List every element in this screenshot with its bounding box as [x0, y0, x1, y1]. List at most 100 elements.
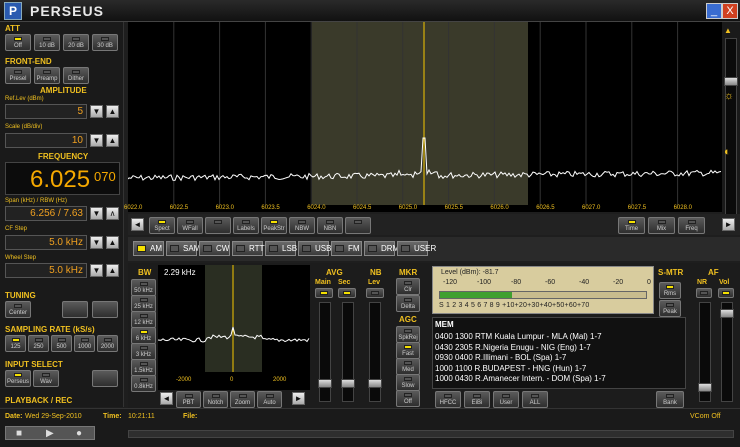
sampling-button-4[interactable]: 2000 — [97, 335, 118, 352]
agc-button-3[interactable]: Slow — [396, 374, 420, 391]
mode-user[interactable]: USER — [397, 241, 436, 256]
span-up-button[interactable]: ∧ — [106, 207, 119, 220]
af-vol-slider[interactable] — [720, 302, 734, 402]
scale-up-button[interactable]: ▲ — [106, 134, 119, 147]
agc-button-0[interactable]: SpkRej — [396, 326, 420, 343]
nb-toggle[interactable] — [366, 288, 384, 298]
spectrum-tool-5[interactable]: NBW — [289, 217, 315, 234]
spectrum-tool-1[interactable]: WFall — [177, 217, 203, 234]
cfstep-value[interactable]: 5.0 kHz — [5, 235, 87, 250]
memory-filter-2[interactable]: User — [493, 391, 519, 408]
frequency-display[interactable]: 6.025 070 — [5, 162, 120, 195]
nb-slider[interactable] — [368, 302, 382, 402]
bw-bottom-0[interactable]: PBT — [176, 391, 201, 408]
reflev-value[interactable]: 5 — [5, 104, 87, 119]
avg-main-toggle[interactable] — [315, 288, 333, 298]
app-icon[interactable]: P — [4, 2, 22, 20]
memory-entry[interactable]: 0930 0400 R.Illimani - BOL (Spa) 1-7 — [435, 353, 566, 362]
reflev-up-button[interactable]: ▲ — [106, 105, 119, 118]
spectrum-tool-3[interactable]: Labels — [233, 217, 259, 234]
sampling-button-2[interactable]: 500 — [51, 335, 72, 352]
bw-display[interactable]: 2.29 kHz -2000 0 2000 — [158, 265, 310, 390]
bw-button-1[interactable]: 25 kHz — [131, 295, 156, 312]
pan-left-button[interactable]: ◄ — [131, 218, 144, 231]
memory-entry[interactable]: 1000 1100 R.BUDAPEST - HNG (Hun) 1-7 — [435, 364, 586, 373]
spectrum-right-tool-2[interactable]: Freq — [678, 217, 705, 234]
bw-button-4[interactable]: 3 kHz — [131, 343, 156, 360]
sampling-button-1[interactable]: 250 — [28, 335, 49, 352]
frontend-button-1[interactable]: Preamp — [34, 67, 60, 84]
avg-sec-toggle[interactable] — [338, 288, 356, 298]
spectrum-tool-7[interactable] — [345, 217, 371, 234]
frontend-button-2[interactable]: Dither — [63, 67, 89, 84]
spectrum-right-tool-0[interactable]: Time — [618, 217, 645, 234]
sampling-button-0[interactable]: 125 — [5, 335, 26, 352]
scroll-up-icon[interactable]: ▲ — [724, 26, 732, 35]
memory-entry[interactable]: 0430 2305 R.Nigeria Enugu - NIG (Eng) 1-… — [435, 343, 591, 352]
memory-entry[interactable]: 0400 1300 RTM Kuala Lumpur - MLA (Mal) 1… — [435, 332, 602, 341]
att-button-1[interactable]: 10 dB — [34, 34, 60, 51]
att-button-3[interactable]: 30 dB — [92, 34, 118, 51]
agc-button-1[interactable]: Fast — [396, 342, 420, 359]
scale-down-button[interactable]: ▼ — [90, 134, 103, 147]
bw-bottom-3[interactable]: Auto — [257, 391, 282, 408]
bw-button-5[interactable]: 1.5kHz — [131, 359, 156, 376]
spectrum-tool-0[interactable]: Spect — [149, 217, 175, 234]
tuning-button-2[interactable] — [62, 301, 88, 318]
slider-knob[interactable] — [724, 77, 738, 86]
agc-button-4[interactable]: Off — [396, 390, 420, 407]
cfstep-up-button[interactable]: ▲ — [106, 236, 119, 249]
memory-filter-3[interactable]: ALL — [522, 391, 548, 408]
input-perseus-button[interactable]: Perseus — [5, 370, 31, 387]
af-nr-toggle[interactable] — [696, 288, 712, 298]
input-wav-button[interactable]: Wav — [33, 370, 59, 387]
sampling-button-3[interactable]: 1000 — [74, 335, 95, 352]
slider-knob[interactable] — [720, 309, 734, 318]
spectrum-tool-6[interactable]: NBN — [317, 217, 343, 234]
mode-fm[interactable]: FM — [331, 241, 362, 256]
bw-button-6[interactable]: 0.8kHz — [131, 375, 156, 392]
span-down-button[interactable]: ▼ — [90, 207, 103, 220]
slider-knob[interactable] — [698, 383, 712, 392]
cfstep-down-button[interactable]: ▼ — [90, 236, 103, 249]
slider-knob[interactable] — [318, 379, 332, 388]
memory-filter-0[interactable]: HFCC — [435, 391, 461, 408]
mode-rtty[interactable]: RTTY — [232, 241, 270, 256]
bw-bottom-2[interactable]: Zoom — [230, 391, 255, 408]
bw-button-0[interactable]: 50 kHz — [131, 279, 156, 296]
input-button-3[interactable] — [92, 370, 118, 387]
playback-progress[interactable] — [128, 430, 734, 438]
span-value[interactable]: 6.256 / 7.63 — [5, 206, 87, 221]
wheelstep-value[interactable]: 5.0 kHz — [5, 263, 87, 278]
bw-right-button[interactable]: ► — [292, 392, 305, 405]
slider-knob[interactable] — [368, 379, 382, 388]
spectrum-tool-4[interactable]: PeakStr — [261, 217, 287, 234]
memory-filter-1[interactable]: EiBi — [464, 391, 490, 408]
frontend-button-0[interactable]: Presel — [5, 67, 31, 84]
bw-left-button[interactable]: ◄ — [160, 392, 173, 405]
bw-button-3[interactable]: 6 kHz — [131, 327, 156, 344]
agc-button-2[interactable]: Med — [396, 358, 420, 375]
avg-main-slider[interactable] — [318, 302, 332, 402]
avg-sec-slider[interactable] — [341, 302, 355, 402]
bw-bottom-1[interactable]: Notch — [203, 391, 228, 408]
wheelstep-down-button[interactable]: ▼ — [90, 264, 103, 277]
mode-drm[interactable]: DRM — [364, 241, 399, 256]
mode-sam[interactable]: SAM — [166, 241, 200, 256]
mode-lsb[interactable]: LSB — [265, 241, 297, 256]
memory-entry[interactable]: 1000 0430 R.Amanecer Intern. - DOM (Spa)… — [435, 374, 606, 383]
mkr-clr-button[interactable]: Clr — [396, 278, 420, 295]
minimize-button[interactable]: _ — [706, 3, 722, 19]
stop-icon[interactable]: ■ — [16, 428, 22, 439]
spectrum-right-tool-1[interactable]: Mix — [648, 217, 675, 234]
att-button-0[interactable]: Off — [5, 34, 31, 51]
pan-right-button[interactable]: ► — [722, 218, 735, 231]
smtr-peak-button[interactable]: Peak — [659, 300, 681, 317]
tuning-center-button[interactable]: Center — [5, 301, 31, 318]
record-icon[interactable]: ● — [76, 428, 82, 439]
play-icon[interactable]: ▶ — [46, 428, 54, 439]
wheelstep-up-button[interactable]: ▲ — [106, 264, 119, 277]
af-nr-slider[interactable] — [698, 302, 712, 402]
reflev-down-button[interactable]: ▼ — [90, 105, 103, 118]
slider-knob[interactable] — [341, 379, 355, 388]
